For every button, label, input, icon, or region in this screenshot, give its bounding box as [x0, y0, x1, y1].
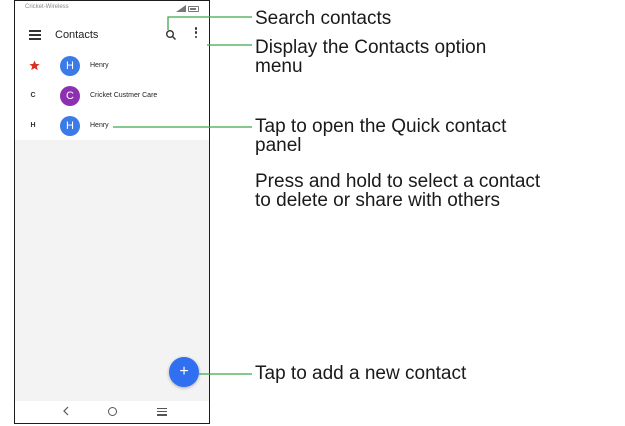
navigation-bar [15, 401, 209, 423]
back-icon[interactable] [61, 405, 71, 417]
status-icons [176, 4, 199, 12]
app-bar: Contacts [15, 21, 209, 51]
contact-name: Cricket Custmer Care [90, 92, 158, 99]
more-vert-icon[interactable] [193, 27, 199, 43]
page-title: Contacts [55, 29, 99, 41]
contact-row-cricket[interactable]: C C Cricket Custmer Care [15, 84, 209, 112]
contact-row-henry[interactable]: H H Henry [15, 114, 209, 142]
callout-press-hold: Press and hold to select a contact to de… [255, 171, 541, 211]
phone-screen: Cricket-Wireless Contacts H Henry C C Cr [14, 0, 210, 424]
avatar: H [60, 56, 80, 76]
signal-icon [176, 5, 186, 12]
callout-options: Display the Contacts option menu [255, 37, 487, 77]
add-contact-button[interactable]: + [169, 357, 199, 387]
section-index: C [30, 92, 36, 99]
contact-row-henry-starred[interactable]: H Henry [15, 54, 209, 82]
status-bar: Cricket-Wireless [15, 1, 209, 15]
callout-add-contact: Tap to add a new contact [255, 363, 467, 384]
menu-icon[interactable] [29, 30, 41, 40]
contact-name: Henry [90, 122, 109, 129]
search-icon[interactable] [165, 29, 177, 41]
callout-search: Search contacts [255, 8, 392, 29]
avatar: H [60, 116, 80, 136]
home-icon[interactable] [108, 407, 117, 416]
carrier-label: Cricket-Wireless [25, 4, 69, 10]
battery-icon [188, 6, 199, 12]
contact-name: Henry [90, 62, 109, 69]
star-icon [29, 60, 40, 71]
avatar: C [60, 86, 80, 106]
contact-list: H Henry C C Cricket Custmer Care H H Hen… [15, 52, 209, 139]
recents-icon[interactable] [157, 408, 167, 416]
callout-quick-contact: Tap to open the Quick contact panel [255, 116, 507, 156]
section-index: H [30, 122, 36, 129]
